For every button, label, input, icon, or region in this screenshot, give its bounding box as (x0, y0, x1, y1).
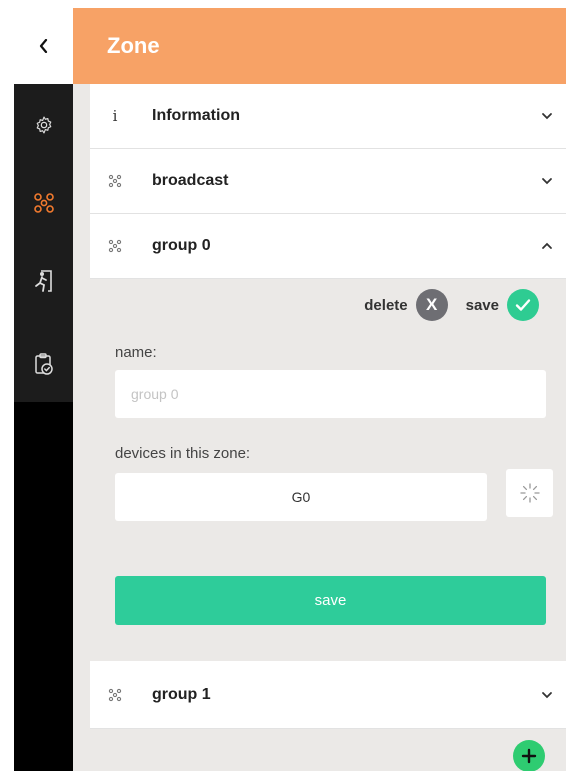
delete-label: delete (364, 296, 408, 314)
save-button[interactable]: save (115, 576, 546, 625)
accordion-information[interactable]: i Information (90, 84, 566, 149)
group-dots-icon (108, 688, 122, 701)
sidebar-filler (14, 402, 73, 771)
clipboard-check-icon (34, 353, 53, 375)
sidebar-item-settings[interactable] (14, 105, 73, 145)
page-title: Zone (107, 33, 160, 58)
plus-icon (521, 748, 537, 764)
chevron-down-icon (542, 178, 552, 185)
group-dots-icon (108, 174, 122, 188)
page-header: Zone (73, 8, 566, 84)
sidebar (14, 84, 73, 402)
accordion-group-0[interactable]: group 0 (90, 214, 566, 279)
accordion-broadcast-label: broadcast (152, 172, 229, 189)
accordion-group-0-label: group 0 (152, 237, 211, 254)
save-label: save (465, 296, 499, 314)
emergency-exit-icon (34, 270, 52, 292)
group-toolbar: delete X save (364, 289, 539, 321)
group-dots-icon (108, 239, 122, 253)
zone-network-icon (33, 193, 54, 213)
save-check-button[interactable] (507, 289, 539, 321)
delete-button[interactable]: X (415, 289, 448, 321)
chevron-up-icon (542, 242, 552, 249)
add-group-button[interactable] (513, 740, 545, 771)
devices-input[interactable]: G0 (115, 473, 487, 521)
name-label: name: (115, 344, 157, 361)
spinner-icon (519, 483, 540, 503)
sidebar-item-exit[interactable] (14, 261, 73, 301)
gear-icon (36, 116, 51, 134)
zone-content: i Information broadcast group 0 delete X… (73, 84, 566, 771)
devices-label: devices in this zone: (115, 445, 251, 462)
chevron-left-icon (39, 39, 47, 53)
accordion-group-1-label: group 1 (152, 685, 211, 703)
accordion-broadcast[interactable]: broadcast (90, 149, 566, 214)
chevron-down-icon (542, 691, 552, 698)
sidebar-item-tasks[interactable] (14, 344, 73, 384)
check-icon (515, 299, 531, 311)
accordion-information-label: Information (152, 107, 240, 124)
name-input[interactable]: group 0 (115, 370, 546, 418)
accordion-group-1[interactable]: group 1 (90, 661, 566, 729)
chevron-down-icon (542, 113, 552, 120)
back-button[interactable] (14, 8, 73, 84)
close-icon: X (425, 295, 438, 314)
refresh-devices-button[interactable] (506, 469, 553, 517)
info-icon: i (112, 107, 118, 125)
sidebar-item-zone[interactable] (14, 183, 73, 223)
